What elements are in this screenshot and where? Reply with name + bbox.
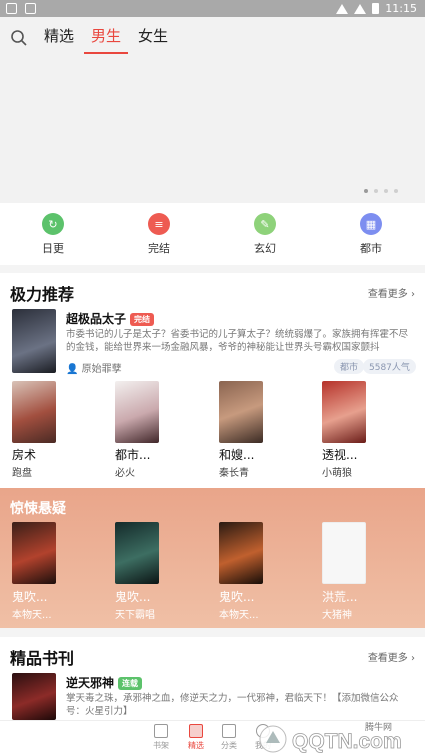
book-cover[interactable] xyxy=(322,381,366,443)
category-fantasy[interactable]: ✎ 玄幻 xyxy=(235,213,295,256)
book-author: 跑盘 xyxy=(12,468,32,479)
category-label: 都市 xyxy=(360,242,382,255)
book-cover[interactable] xyxy=(12,522,56,584)
book-title[interactable]: 都市... xyxy=(115,446,150,463)
section-title: 惊悚悬疑 xyxy=(10,501,66,517)
nav-label: 书架 xyxy=(153,741,169,750)
book-title[interactable]: 鬼吹... xyxy=(12,588,47,605)
nav-label: 分类 xyxy=(221,741,237,750)
book-title[interactable]: 洪荒... xyxy=(322,588,357,605)
list-icon: ≡ xyxy=(148,213,170,235)
featured-book-title[interactable]: 逆天邪神 连载 xyxy=(66,674,143,691)
notification-icon xyxy=(25,3,36,14)
nav-bookshelf[interactable]: 书架 xyxy=(141,724,181,751)
book-title[interactable]: 和嫂... xyxy=(219,446,254,463)
status-badge: 连载 xyxy=(118,677,143,690)
book-cover[interactable] xyxy=(115,522,159,584)
book-cover[interactable] xyxy=(115,381,159,443)
book-cover[interactable] xyxy=(12,673,56,720)
watermark-subtext: 腾牛网 xyxy=(365,721,392,733)
category-label: 完结 xyxy=(148,242,170,255)
book-author: 👤 原始罪孽 xyxy=(66,360,122,375)
recommend-section: 极力推荐 查看更多 › 超极品太子 完结 市委书记的儿子是太子？省委书记的儿子算太… xyxy=(0,273,425,488)
category-bar: ↻ 日更 ≡ 完结 ✎ 玄幻 ▦ 都市 xyxy=(0,203,425,265)
user-icon: 👤 xyxy=(66,364,79,375)
category-finished[interactable]: ≡ 完结 xyxy=(129,213,189,256)
carousel-dot xyxy=(364,189,368,193)
notification-icon xyxy=(6,3,17,14)
book-description: 掌天毒之珠，承邪神之血，修逆天之力，一代邪神，君临天下！【添加微信公众号：火星引… xyxy=(66,693,399,717)
category-urban[interactable]: ▦ 都市 xyxy=(341,213,401,256)
section-title: 精品书刊 xyxy=(10,649,75,668)
book-author: 小萌狼 xyxy=(322,468,352,479)
view-more-label: 查看更多 xyxy=(367,289,408,300)
building-icon: ▦ xyxy=(360,213,382,235)
featured-icon xyxy=(189,724,203,738)
popularity-tag: 5587人气 xyxy=(363,359,416,374)
book-cover[interactable] xyxy=(12,309,56,373)
carousel-dot xyxy=(384,189,388,193)
status-time: 11:15 xyxy=(385,2,417,15)
watermark-logo: QQTN.com 腾牛网 xyxy=(259,721,402,753)
featured-book-title[interactable]: 超极品太子 完结 xyxy=(66,310,155,327)
category-daily[interactable]: ↻ 日更 xyxy=(23,213,83,256)
bookshelf-icon xyxy=(154,724,168,738)
watermark-text: QQTN.com xyxy=(292,730,402,753)
category-label: 玄幻 xyxy=(254,242,276,255)
view-more-label: 查看更多 xyxy=(367,653,408,664)
book-cover[interactable] xyxy=(219,381,263,443)
book-author: 本物天... xyxy=(12,610,52,621)
book-title[interactable]: 透视... xyxy=(322,446,357,463)
book-description: 市委书记的儿子是太子？省委书记的儿子算太子？统统弱爆了。家族拥有挥霍不尽的金钱，… xyxy=(66,329,409,353)
grid-icon xyxy=(222,724,236,738)
signal-icon xyxy=(354,3,367,14)
active-tab-indicator xyxy=(84,52,128,54)
book-title[interactable]: 鬼吹... xyxy=(115,588,150,605)
status-bar: 11:15 xyxy=(0,0,425,17)
leaf-icon: ✎ xyxy=(254,213,276,235)
section-title: 极力推荐 xyxy=(10,285,75,304)
premium-section: 精品书刊 查看更多 › 逆天邪神 连载 掌天毒之珠，承邪神之血，修逆天之力，一代邪… xyxy=(0,637,425,720)
view-more-link[interactable]: 查看更多 › xyxy=(368,649,415,664)
view-more-link[interactable]: 查看更多 › xyxy=(368,285,415,300)
book-cover[interactable] xyxy=(322,522,366,584)
book-author: 大猪神 xyxy=(322,610,352,621)
book-author: 天下霸唱 xyxy=(115,610,155,621)
carousel-dot xyxy=(394,189,398,193)
tab-featured[interactable]: 精选 xyxy=(44,25,74,46)
category-label: 日更 xyxy=(42,242,64,255)
wifi-icon xyxy=(336,3,349,14)
tab-male[interactable]: 男生 xyxy=(91,25,121,46)
suspense-section: 惊悚悬疑 鬼吹... 本物天... 鬼吹... 天下霸唱 鬼吹... 本物天..… xyxy=(0,488,425,628)
status-badge: 完结 xyxy=(130,313,155,326)
book-title[interactable]: 房术 xyxy=(12,446,36,463)
genre-tag: 都市 xyxy=(334,359,365,374)
author-name: 原始罪孽 xyxy=(81,364,122,375)
featured-title-text: 逆天邪神 xyxy=(66,676,115,690)
carousel-dot xyxy=(374,189,378,193)
book-cover[interactable] xyxy=(12,381,56,443)
banner-carousel[interactable]: 精选 男生 女生 xyxy=(0,17,425,203)
featured-title-text: 超极品太子 xyxy=(66,312,127,326)
book-author: 秦长青 xyxy=(219,468,249,479)
nav-label: 精选 xyxy=(188,741,204,750)
carousel-indicator xyxy=(364,189,398,193)
book-cover[interactable] xyxy=(219,522,263,584)
battery-icon xyxy=(372,3,380,14)
book-author: 必火 xyxy=(115,468,135,479)
notification-icons xyxy=(6,3,36,14)
search-icon[interactable] xyxy=(10,29,28,47)
refresh-icon: ↻ xyxy=(42,213,64,235)
book-author: 本物天... xyxy=(219,610,259,621)
tab-female[interactable]: 女生 xyxy=(138,25,168,46)
book-title[interactable]: 鬼吹... xyxy=(219,588,254,605)
